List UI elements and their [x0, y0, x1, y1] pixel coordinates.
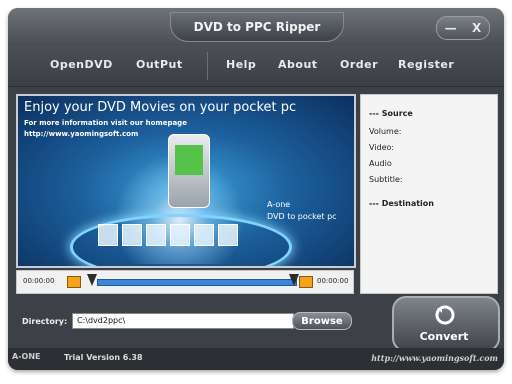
banner-card [170, 224, 190, 246]
convert-label: Convert [419, 330, 469, 343]
banner-card [218, 224, 238, 246]
destination-heading: --- Destination [369, 199, 434, 208]
menu-divider [207, 52, 208, 80]
convert-arrow-icon [435, 305, 455, 325]
menu-bar: OpenDVD OutPut Help About Order Register [8, 46, 504, 87]
volume-label: Volume: [369, 127, 402, 136]
promo-banner: Enjoy your DVD Movies on your pocket pc … [16, 94, 356, 268]
banner-card [122, 224, 142, 246]
source-heading: --- Source [369, 109, 413, 118]
menu-open-dvd[interactable]: OpenDVD [50, 58, 113, 71]
close-button[interactable]: X [472, 21, 481, 35]
end-time: 00:00:00 [317, 277, 349, 285]
status-bar: A-ONE Trial Version 6.38 http://www.yaom… [8, 348, 504, 370]
seek-end-handle[interactable] [289, 274, 299, 286]
pocket-pc-image [168, 134, 210, 208]
menu-help[interactable]: Help [226, 58, 256, 71]
pocket-pc-screen [175, 145, 203, 175]
window-controls: — X [436, 16, 490, 40]
play-button[interactable] [299, 276, 313, 288]
rewind-button[interactable] [67, 276, 81, 288]
banner-card [98, 224, 118, 246]
version-text: Trial Version 6.38 [64, 353, 143, 362]
start-time: 00:00:00 [23, 277, 55, 285]
banner-brand: A-one [267, 200, 291, 209]
info-panel: --- Source Volume: Video: Audio Subtitle… [360, 94, 498, 294]
audio-label: Audio [369, 159, 392, 168]
brand-logo: A-ONE [12, 352, 41, 361]
menu-output[interactable]: OutPut [136, 58, 183, 71]
banner-subline: For more information visit our homepage [24, 119, 187, 127]
browse-button[interactable]: Browse [292, 312, 352, 330]
menu-order[interactable]: Order [340, 58, 378, 71]
website-link[interactable]: http://www.yaomingsoft.com [371, 353, 498, 363]
directory-label: Directory: [22, 317, 68, 326]
seek-bar-panel: 00:00:00 00:00:00 [16, 270, 354, 294]
menu-register[interactable]: Register [398, 58, 454, 71]
subtitle-label: Subtitle: [369, 175, 403, 184]
seek-slider[interactable] [97, 279, 297, 286]
menu-about[interactable]: About [278, 58, 318, 71]
title-bar[interactable]: DVD to PPC Ripper — X [8, 8, 504, 46]
video-label: Video: [369, 143, 395, 152]
directory-input[interactable]: C:\dvd2ppc\ [72, 313, 294, 329]
app-window: DVD to PPC Ripper — X OpenDVD OutPut Hel… [8, 8, 504, 370]
banner-headline: Enjoy your DVD Movies on your pocket pc [24, 100, 297, 115]
banner-card [194, 224, 214, 246]
minimize-button[interactable]: — [445, 21, 457, 35]
seek-start-handle[interactable] [87, 274, 97, 286]
banner-tagline: DVD to pocket pc [267, 212, 337, 221]
banner-url: http://www.yaomingsoft.com [24, 130, 139, 138]
convert-button[interactable]: Convert [392, 296, 500, 352]
banner-cards [98, 224, 258, 246]
window-title: DVD to PPC Ripper [170, 12, 344, 42]
banner-card [146, 224, 166, 246]
